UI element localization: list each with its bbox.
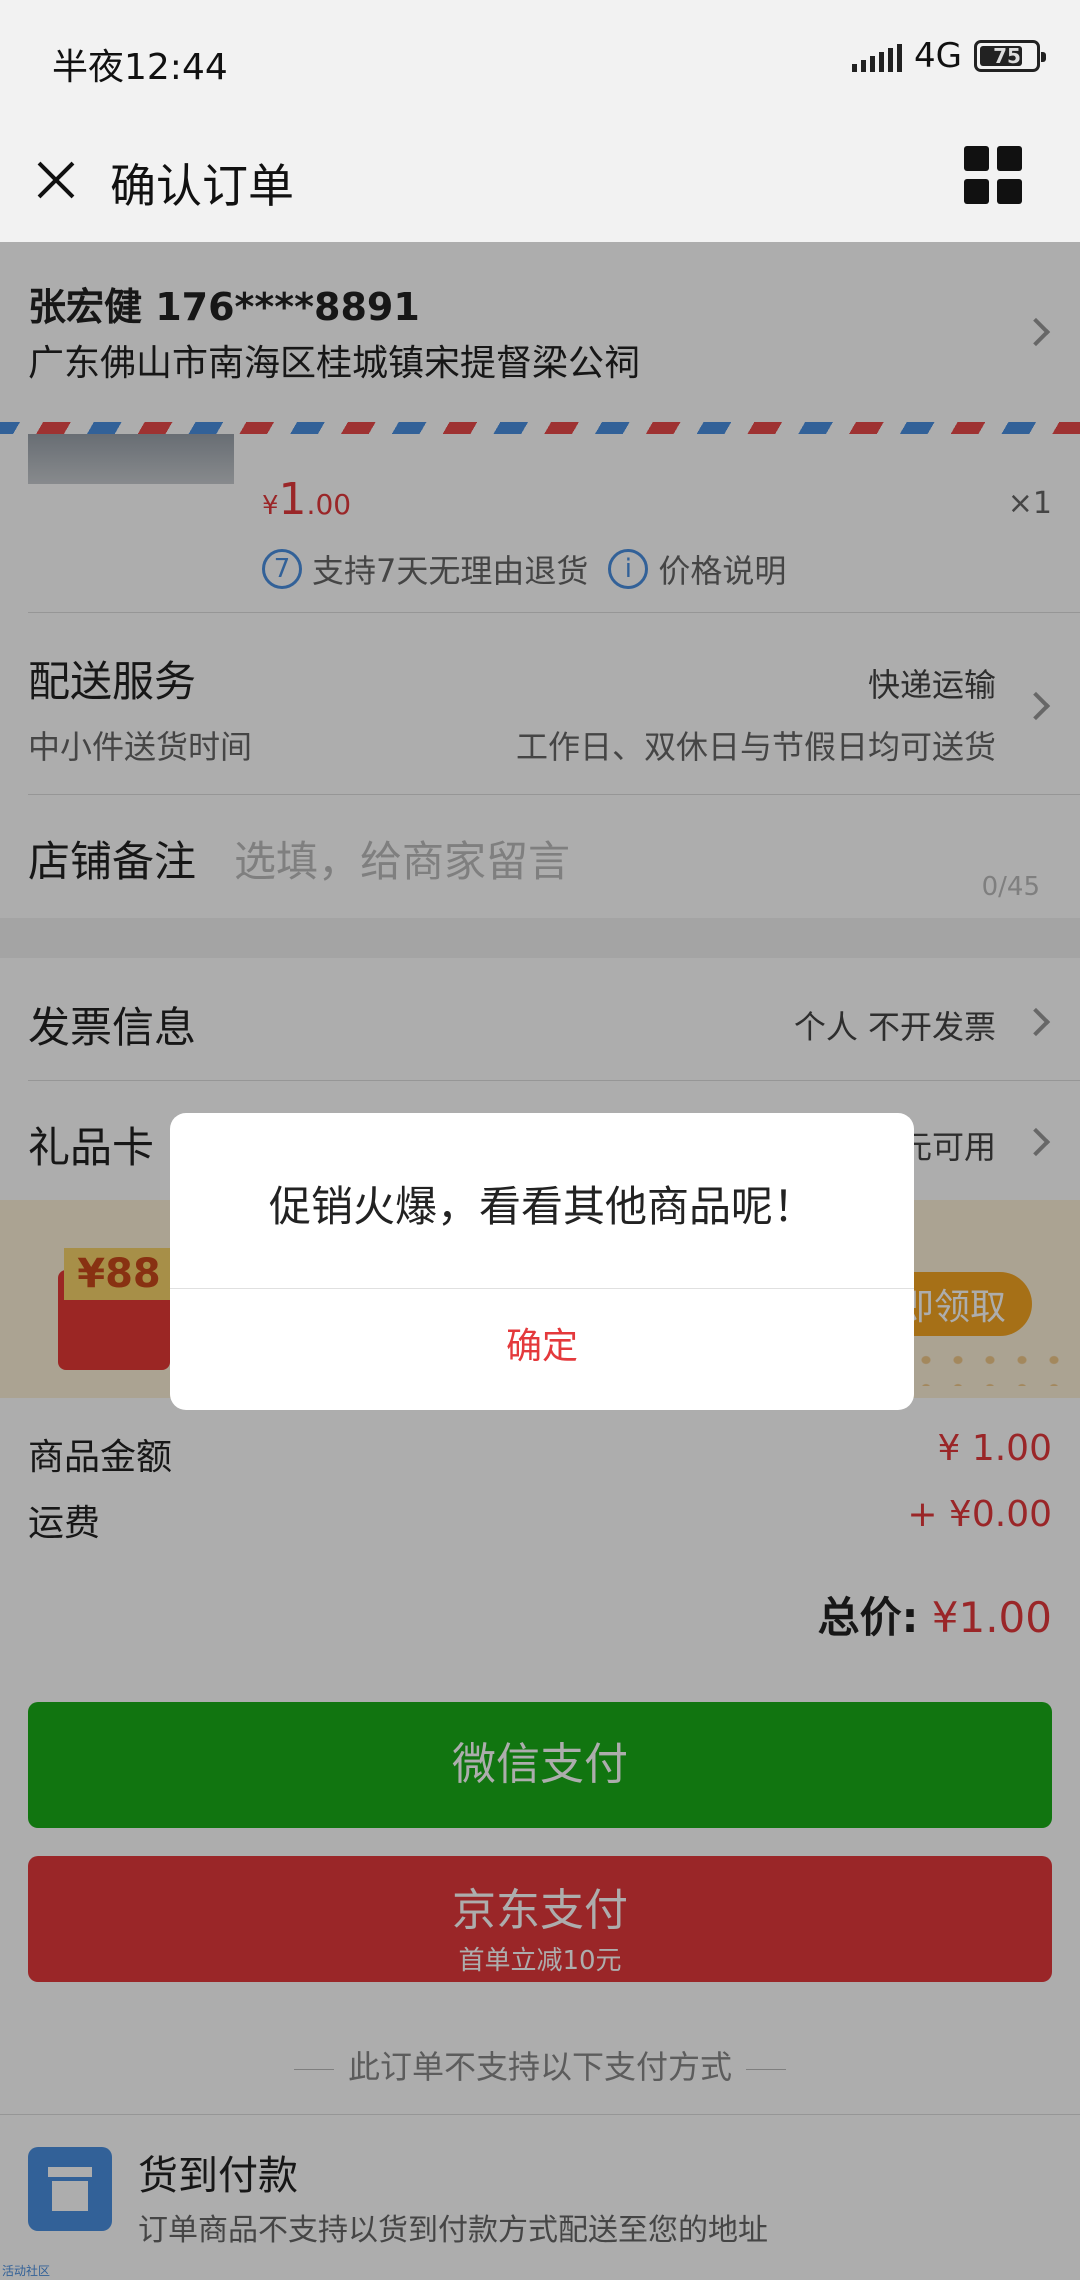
page-title: 确认订单: [110, 159, 294, 213]
battery-level: 75: [993, 44, 1021, 68]
close-icon[interactable]: [28, 152, 84, 208]
status-time: 半夜12:44: [52, 47, 228, 88]
network-type: 4G: [914, 36, 962, 76]
grid-menu-icon[interactable]: [964, 146, 1022, 204]
alert-dialog: 促销火爆，看看其他商品呢！ 确定: [170, 1113, 914, 1410]
signal-icon: [852, 40, 903, 72]
nav-bar: 确认订单: [0, 120, 1080, 242]
status-bar: 半夜12:44 4G 75: [0, 0, 1080, 120]
status-icons: 4G 75: [852, 36, 1046, 76]
dialog-message: 促销火爆，看看其他商品呢！: [268, 1182, 815, 1231]
battery-icon: 75: [974, 40, 1046, 72]
dialog-confirm-button[interactable]: 确定: [170, 1289, 914, 1410]
